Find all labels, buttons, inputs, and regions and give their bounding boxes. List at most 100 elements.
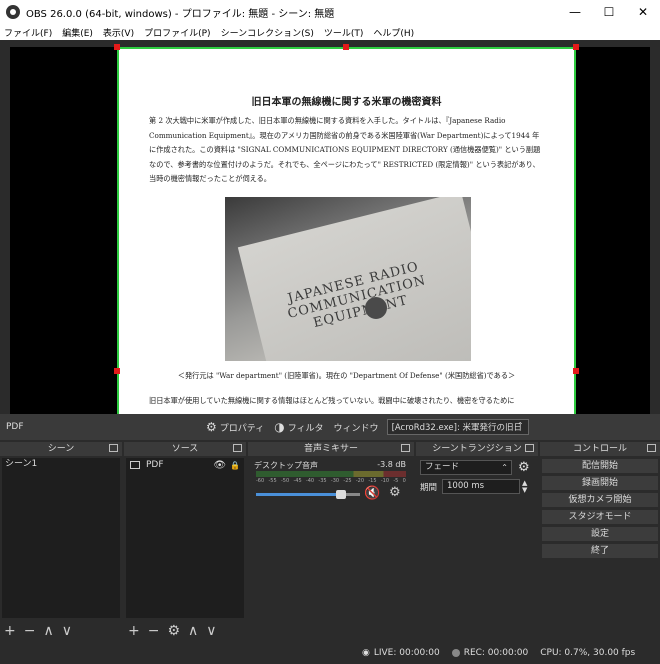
menu-view[interactable]: 表示(V) [103,26,134,39]
settings-button[interactable]: 設定 [542,527,658,541]
maximize-button[interactable]: ☐ [592,0,626,24]
scene-transitions-dock: シーントランジション フェード ⌃ ⚙ 期間 1000 ms ▲ ▼ [416,442,538,642]
resize-handle-top-center[interactable] [343,44,349,50]
meter-tick-label: -55 [268,478,277,484]
volume-fill [256,493,342,496]
document-paragraph: 第 2 次大戦中に米軍が作成した、旧日本軍の無線機に関する資料を入手した。タイト… [149,116,541,183]
cpu-status: CPU: 0.7%, 30.00 fps [540,648,636,658]
desktop-audio-channel: デスクトップ音声 -3.8 dB -60 -55 -50 -45 -40 -35 -30 -2… [250,458,412,508]
eye-icon[interactable]: 👁 [213,460,226,471]
live-status: LIVE: 00:00:00 [373,648,440,658]
remove-icon[interactable]: − [148,623,160,639]
menu-bar: ファイル(F) 編集(E) 表示(V) プロファイル(P) シーンコレクション(… [0,24,660,40]
meter-tick-label: -35 [318,478,327,484]
resize-handle-mid-right[interactable] [573,368,579,374]
selected-source-name: PDF [6,422,24,432]
close-button[interactable]: ✕ [626,0,660,24]
filters-button[interactable]: ◑ フィルタ [274,420,323,434]
float-dock-icon[interactable] [233,444,242,452]
move-down-icon[interactable]: ∨ [206,623,216,639]
resize-handle-top-right[interactable] [573,44,579,50]
meter-tick-label: -45 [293,478,302,484]
sources-list[interactable]: PDF 👁 🔒 [126,458,244,618]
list-item[interactable]: PDF 👁 🔒 [126,458,244,472]
live-broadcast-icon: ◉ [362,648,370,658]
document-caption: ＜発行元は "War department" (旧陸軍省)。現在の "Depar… [177,371,516,380]
gear-icon: ⚙ [206,420,217,434]
controls-dock: コントロール 配信開始 録画開始 仮想カメラ開始 スタジオモード 設定 終了 [540,442,660,642]
document-paragraph-2: 旧日本軍が使用していた無線機に関する情報はほとんど残っていない。戦闘中に破壊され… [149,396,515,405]
title-bar: OBS 26.0.0 (64-bit, windows) - プロファイル: 無… [0,0,660,24]
sources-dock: ソース PDF 👁 🔒 + − ⚙ ∧ ∨ [124,442,246,642]
meter-tick-label: -10 [380,478,390,484]
scenes-list[interactable]: シーン1 [2,458,120,618]
sources-toolbar: + − ⚙ ∧ ∨ [124,620,225,642]
list-item[interactable]: シーン1 [2,458,120,470]
document-title: 旧日本軍の無線機に関する米軍の機密資料 [251,97,442,108]
sources-dock-title: ソース [124,442,246,456]
duration-label: 期間 [420,482,438,493]
scenes-dock: シーン シーン1 + − ∧ ∨ [0,442,122,642]
meter-tick-label: -5 [393,478,399,484]
channel-name: デスクトップ音声 [254,461,318,470]
document-photo: JAPANESE RADIO COMMUNICATION EQUIPMENT [225,197,471,361]
move-up-icon[interactable]: ∧ [43,623,53,639]
menu-profile[interactable]: プロファイル(P) [144,26,210,39]
meter-tick-label: -60 [256,478,265,484]
status-bar: ◉ LIVE: 00:00:00 REC: 00:00:00 CPU: 0.7%… [0,642,660,664]
rec-status: REC: 00:00:00 [463,648,529,658]
move-up-icon[interactable]: ∧ [188,623,198,639]
start-streaming-button[interactable]: 配信開始 [542,459,658,473]
scenes-dock-title: シーン [0,442,122,456]
window-label: ウィンドウ [333,423,379,434]
window-title: OBS 26.0.0 (64-bit, windows) - プロファイル: 無… [26,8,335,20]
meter-tick-label: -15 [368,478,377,484]
float-dock-icon[interactable] [401,444,410,452]
meter-tick-label: 0 [402,478,406,484]
spin-arrows-icon[interactable]: ▲ ▼ [522,479,527,494]
studio-mode-button[interactable]: スタジオモード [542,510,658,524]
properties-button[interactable]: ⚙ プロパティ [206,420,264,434]
remove-icon[interactable]: − [24,623,36,639]
gear-icon[interactable]: ⚙ [518,460,530,475]
start-recording-button[interactable]: 録画開始 [542,476,658,490]
meter-tick-label: -25 [343,478,352,484]
meter-ticks: -60 -55 -50 -45 -40 -35 -30 -25 -20 -15 -10 -5 0 [256,478,406,484]
volume-slider[interactable] [256,490,360,499]
meter-tick-label: -30 [330,478,340,484]
menu-file[interactable]: ファイル(F) [4,26,52,39]
exit-button[interactable]: 終了 [542,544,658,558]
monitor-icon [130,461,140,469]
chevron-updown-icon: ⌃ [516,421,524,430]
transition-select[interactable]: フェード ⌃ [420,460,512,475]
meter-tick-label: -50 [280,478,290,484]
gear-icon[interactable]: ⚙ [167,623,180,639]
photo-seal [365,297,387,319]
filter-icon: ◑ [274,420,285,434]
start-virtual-camera-button[interactable]: 仮想カメラ開始 [542,493,658,507]
window-select[interactable]: [AcroRd32.exe]: 米軍発行の旧日 ⌃ [386,419,529,435]
pdf-source-capture[interactable]: 旧日本軍の無線機に関する米軍の機密資料 第 2 次大戦中に米軍が作成した、旧日本… [117,47,576,414]
add-icon[interactable]: + [4,623,16,639]
controls-dock-title: コントロール [540,442,660,456]
menu-help[interactable]: ヘルプ(H) [373,26,414,39]
float-dock-icon[interactable] [647,444,656,452]
gear-icon[interactable]: ⚙ [389,485,401,500]
menu-tools[interactable]: ツール(T) [324,26,364,39]
float-dock-icon[interactable] [525,444,534,452]
lock-icon[interactable]: 🔒 [230,461,240,470]
audio-mixer-dock: 音声ミキサー デスクトップ音声 -3.8 dB -60 -55 -50 -45 -40-… [248,442,414,642]
volume-knob[interactable] [336,490,347,499]
duration-input[interactable]: 1000 ms [442,479,520,494]
preview-area[interactable]: 旧日本軍の無線機に関する米軍の機密資料 第 2 次大戦中に米軍が作成した、旧日本… [0,40,660,414]
resize-handle-mid-left[interactable] [114,368,120,374]
float-dock-icon[interactable] [109,444,118,452]
minimize-button[interactable]: — [558,0,592,24]
menu-scene-collection[interactable]: シーンコレクション(S) [221,26,314,39]
add-icon[interactable]: + [128,623,140,639]
menu-edit[interactable]: 編集(E) [62,26,93,39]
source-toolbar: PDF ⚙ プロパティ ◑ フィルタ ウィンドウ [AcroRd32.exe]:… [0,414,660,440]
move-down-icon[interactable]: ∨ [62,623,72,639]
mute-speaker-icon[interactable]: 🔇 [364,486,380,501]
resize-handle-top-left[interactable] [114,44,120,50]
